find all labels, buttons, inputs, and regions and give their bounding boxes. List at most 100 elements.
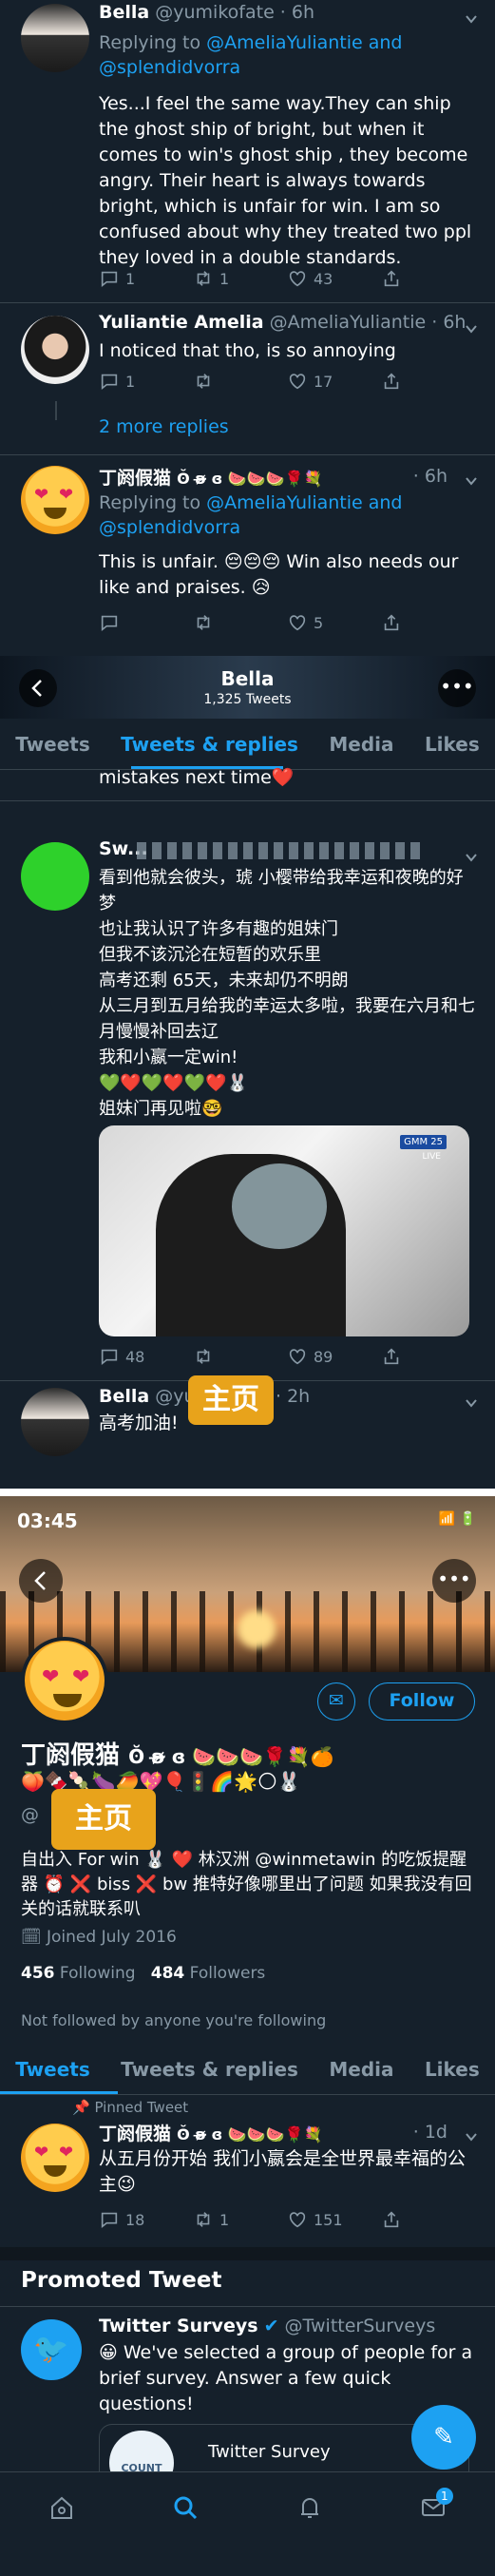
notifications-icon[interactable]	[295, 2493, 324, 2576]
profile-bio: 自出入 For win 🐰 ❤️ 林汉洲 @winmetawin 的吃饭提醒器 …	[21, 1850, 472, 1919]
tab-tweets-replies[interactable]: Tweets & replies	[121, 733, 298, 756]
tab-media[interactable]: Media	[329, 733, 393, 756]
retweet-button[interactable]: 1	[193, 2209, 269, 2230]
like-button[interactable]: 5	[287, 612, 363, 633]
back-button[interactable]	[19, 1559, 63, 1603]
reply-button[interactable]	[99, 612, 175, 633]
avatar[interactable]: 🐦	[21, 2319, 82, 2380]
share-button[interactable]	[381, 612, 457, 633]
chevron-down-icon[interactable]	[465, 848, 478, 862]
follow-button[interactable]: Follow	[369, 1682, 475, 1721]
divider	[0, 2306, 495, 2307]
share-button[interactable]	[381, 371, 457, 392]
like-button[interactable]: 17	[287, 371, 363, 392]
chevron-down-icon[interactable]	[465, 471, 478, 486]
more-replies-link[interactable]: 2 more replies	[99, 416, 229, 437]
tweet-actions: 48 89	[99, 1342, 457, 1371]
reply-button[interactable]: 48	[99, 1346, 175, 1367]
tweet-text: 从五月份开始 我们小嬴会是全世界最幸福的公主😉	[99, 2148, 466, 2195]
tweet-header: Sw...	[99, 838, 476, 859]
profile-follow-stats: 456 Following 484 Followers	[21, 1964, 266, 1983]
tweet-author-name[interactable]: Bella	[99, 1386, 149, 1407]
section-separator	[0, 2247, 495, 2260]
home-badge[interactable]: 主页	[51, 1789, 156, 1850]
tweet-text: 看到他就会彼头，琥 小樱带给我幸运和夜晚的好梦 也让我认识了许多有趣的姐妹门 但…	[99, 868, 475, 1119]
tab-tweets[interactable]: Tweets	[15, 733, 90, 756]
replying-to: Replying to @AmeliaYuliantie and @splend…	[99, 32, 403, 78]
retweet-button[interactable]: 1	[193, 268, 269, 289]
tab-tweets[interactable]: Tweets	[15, 2058, 90, 2081]
chevron-down-icon[interactable]	[465, 2127, 478, 2142]
retweet-button[interactable]	[193, 612, 269, 633]
avatar[interactable]	[21, 316, 89, 384]
channel-logo: GMM 25	[400, 1135, 447, 1149]
tab-media[interactable]: Media	[329, 2058, 393, 2081]
reply-button[interactable]: 18	[99, 2209, 175, 2230]
chevron-down-icon[interactable]	[465, 1394, 478, 1408]
survey-card-title: Twitter Survey	[208, 2442, 331, 2462]
following-count[interactable]: 456	[21, 1964, 55, 1983]
share-button[interactable]	[381, 1346, 457, 1367]
tweet-author-handle: @yumikofate	[155, 2, 275, 23]
tab-tweets-replies[interactable]: Tweets & replies	[121, 2058, 298, 2081]
avatar[interactable]: ❤ ❤	[21, 466, 89, 534]
tweet-text: 高考加油!	[99, 1413, 179, 1433]
more-options-icon[interactable]: •••	[438, 669, 476, 707]
more-options-icon[interactable]: •••	[432, 1559, 476, 1603]
reply-button[interactable]: 1	[99, 371, 175, 392]
tab-likes[interactable]: Likes	[425, 733, 480, 756]
tweet-author-handle: @AmeliaYuliantie	[269, 312, 427, 333]
promoted-header: Promoted Tweet	[21, 2268, 222, 2293]
home-icon[interactable]	[48, 2493, 76, 2576]
tweet-time: · 6h	[412, 466, 447, 487]
tweet-text: I noticed that tho, is so annoying	[99, 340, 396, 361]
thread-line	[55, 401, 57, 420]
tweet-actions: 18 1 151	[99, 2205, 457, 2234]
share-button[interactable]	[381, 2209, 457, 2230]
messages-icon[interactable]: 1	[419, 2488, 453, 2576]
divider	[0, 800, 495, 801]
chevron-down-icon[interactable]	[465, 10, 478, 24]
retweet-button[interactable]	[193, 1346, 269, 1367]
tab-likes[interactable]: Likes	[425, 2058, 480, 2081]
followers-count[interactable]: 484	[151, 1964, 185, 1983]
profile-header-name: Bella	[220, 667, 275, 690]
avatar[interactable]: ❤ ❤	[21, 2124, 89, 2192]
profile-joined: 🗓 Joined July 2016	[21, 1928, 177, 1947]
tweet-time: 6h	[291, 2, 315, 23]
profile-name: 丁阏假猫 ʘ̆ ʚ̴̶̷ ɞ 🍉🍉🍉🌹💐🍊	[21, 1741, 334, 1770]
like-button[interactable]: 43	[287, 268, 363, 289]
profile-avatar[interactable]: ❤ ❤	[21, 1637, 108, 1724]
avatar[interactable]	[21, 842, 89, 911]
chevron-down-icon[interactable]	[465, 319, 478, 334]
tweet-header: Bella @yumikofate · 6h	[99, 2, 315, 23]
not-followed-note: Not followed by anyone you're following	[21, 2011, 327, 2029]
search-icon[interactable]	[171, 2493, 200, 2576]
divider	[0, 302, 495, 303]
retweet-button[interactable]	[193, 371, 269, 392]
tweet-text: Yes...I feel the same way.They can ship …	[99, 93, 472, 268]
tweet-author-name[interactable]: 丁阏假猫	[99, 2124, 171, 2144]
verified-icon: ✔	[263, 2316, 279, 2336]
tweet-author-name[interactable]: 丁阏假猫	[99, 468, 171, 489]
tweet-author-name[interactable]: Twitter Surveys	[99, 2316, 258, 2336]
reply-button[interactable]: 1	[99, 268, 175, 289]
share-button[interactable]	[381, 268, 457, 289]
profile-handle: @	[21, 1804, 39, 1825]
like-button[interactable]: 151	[287, 2209, 363, 2230]
tweet-header: Yuliantie Amelia @AmeliaYuliantie · 6h	[99, 312, 466, 333]
compose-tweet-button[interactable]: ✎	[411, 2405, 476, 2470]
like-button[interactable]: 89	[287, 1346, 363, 1367]
pinned-label: 📌 Pinned Tweet	[72, 2099, 189, 2116]
replying-to: Replying to @AmeliaYuliantie and @splend…	[99, 492, 403, 538]
tweet-header: 丁阏假猫 ʘ̆ ʚ̴̶̷ ɞ 🍉🍉🍉🌹💐	[99, 2124, 323, 2144]
status-time: 03:45	[17, 1509, 78, 1532]
tweet-actions: 5	[99, 608, 457, 637]
message-icon[interactable]: ✉	[317, 1682, 355, 1721]
avatar[interactable]	[21, 4, 89, 72]
tweet-author-name[interactable]: Bella	[99, 2, 149, 23]
tweet-video[interactable]: GMM 25 LIVE	[99, 1125, 469, 1336]
avatar[interactable]	[21, 1388, 89, 1456]
tweet-time: · 1d	[412, 2122, 447, 2143]
tweet-author-name[interactable]: Yuliantie Amelia	[99, 312, 264, 333]
